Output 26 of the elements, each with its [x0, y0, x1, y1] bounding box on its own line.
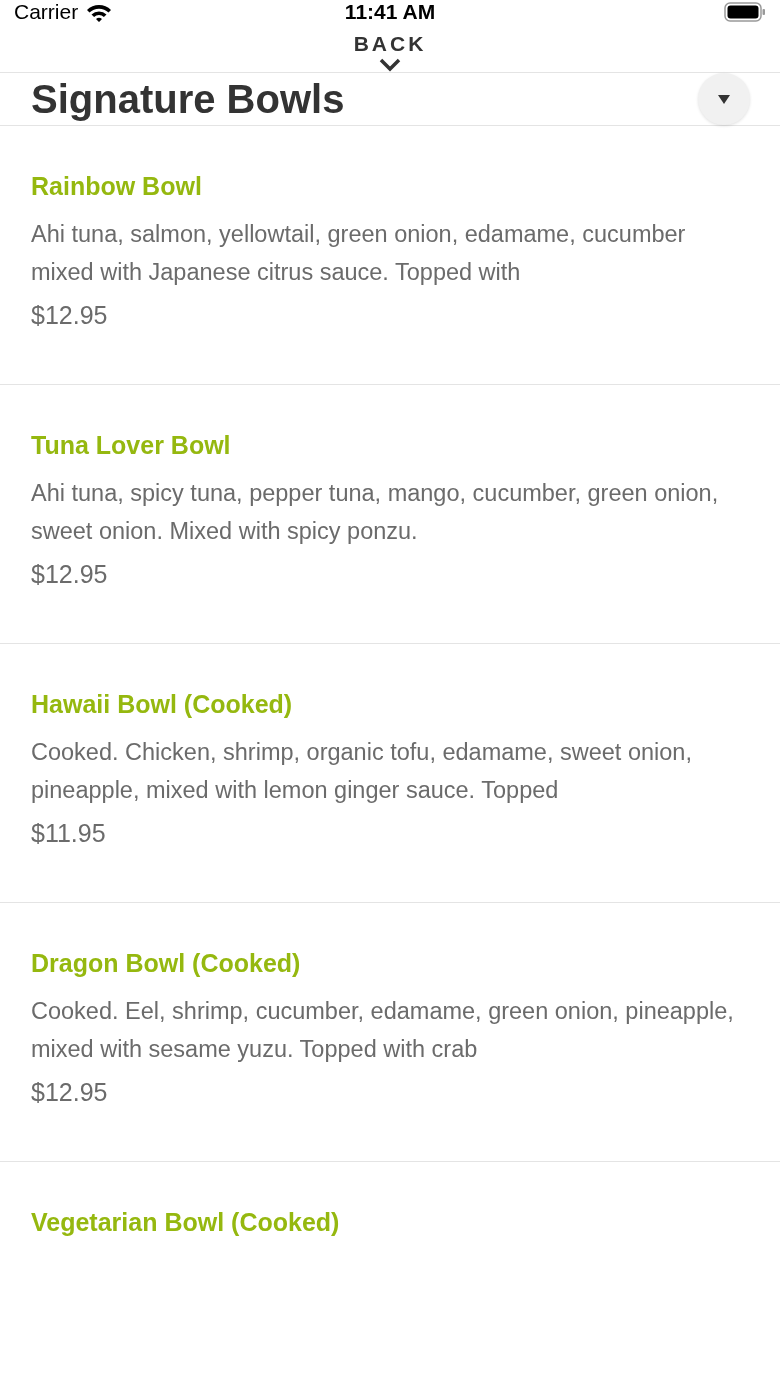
- collapse-toggle-button[interactable]: [698, 73, 750, 125]
- item-price: $12.95: [31, 301, 109, 330]
- menu-item[interactable]: Dragon Bowl (Cooked) Cooked. Eel, shrimp, cucumber, edamame, green onion, pineapple, mixed with sesame yuzu. Topped with crab $12.95: [0, 903, 780, 1162]
- status-time: 11:41 AM: [344, 0, 436, 24]
- section-title: Signature Bowls: [31, 76, 345, 122]
- item-name: Dragon Bowl (Cooked): [31, 949, 302, 978]
- item-price: $12.95: [31, 1078, 109, 1107]
- item-description: Cooked. Chicken, shrimp, organic tofu, edamame, sweet onion, pineapple, mixed with lemon ginger sauce. Topped: [31, 738, 693, 805]
- battery-icon: [724, 2, 766, 22]
- menu-item[interactable]: Hawaii Bowl (Cooked) Cooked. Chicken, shrimp, organic tofu, edamame, sweet onion, pineapple, mixed with lemon ginger sauce. Topped $11.95: [0, 644, 780, 903]
- item-name: Vegetarian Bowl (Cooked): [31, 1208, 341, 1237]
- item-name: Rainbow Bowl: [31, 172, 203, 201]
- caret-icon: [718, 94, 730, 104]
- item-description: Cooked. Eel, shrimp, cucumber, edamame, green onion, pineapple, mixed with sesame yuzu. Topped with crab: [31, 997, 735, 1064]
- menu-item[interactable]: Rainbow Bowl Ahi tuna, salmon, yellowtail, green onion, edamame, cucumber mixed with Japanese citrus sauce. Topped with $12.95: [0, 126, 780, 385]
- chevron-down-icon: [379, 58, 401, 72]
- item-price: $12.95: [31, 560, 109, 589]
- item-description: Ahi tuna, spicy tuna, pepper tuna, mango, cucumber, green onion, sweet onion. Mixed with spicy ponzu.: [31, 479, 720, 546]
- item-description: Ahi tuna, salmon, yellowtail, green onion, edamame, cucumber mixed with Japanese citrus sauce. Topped with: [31, 220, 687, 287]
- back-button[interactable]: BACK: [353, 24, 427, 56]
- wifi-icon: [86, 2, 113, 22]
- item-name: Hawaii Bowl (Cooked): [31, 690, 294, 719]
- item-name: Tuna Lover Bowl: [31, 431, 232, 460]
- carrier-name: Carrier: [14, 0, 79, 24]
- menu-item[interactable]: Tuna Lover Bowl Ahi tuna, spicy tuna, pepper tuna, mango, cucumber, green onion, sweet onion. Mixed with spicy ponzu. $12.95: [0, 385, 780, 644]
- item-price: $11.95: [31, 819, 107, 848]
